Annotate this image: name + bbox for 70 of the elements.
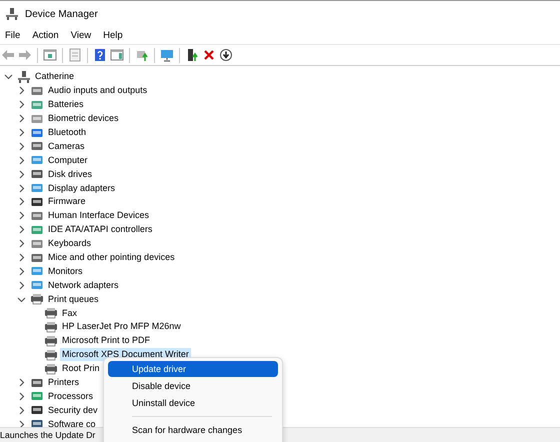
expand-caret-icon[interactable] [17,114,26,124]
tree-item[interactable]: Disk drives [46,168,94,181]
computer-icon [17,70,31,84]
tree-item[interactable]: Printers [46,376,82,390]
tree-item[interactable]: Monitors [46,264,85,278]
context-menu-item[interactable]: Disable device [108,378,278,394]
tree-item[interactable]: Security dev [46,404,100,417]
uninstall-icon[interactable] [202,48,216,62]
expand-caret-icon[interactable] [17,266,26,276]
expand-caret-icon[interactable] [17,420,26,427]
tree-item[interactable]: Software co [46,418,98,427]
context-menu-item[interactable]: Uninstall device [108,395,278,411]
tree-item[interactable]: Computer [46,154,90,167]
printer-icon [30,292,44,306]
tree-item[interactable]: Print queues [46,292,101,306]
tree-item[interactable]: Batteries [46,98,86,112]
tree-item[interactable]: Root Prin [60,362,102,376]
tree-item[interactable]: Firmware [46,195,88,208]
expand-caret-icon[interactable] [17,378,26,388]
window-title: Device Manager [25,8,98,20]
expand-caret-icon[interactable] [17,225,26,234]
expand-caret-icon[interactable] [17,197,26,206]
tree-item[interactable]: Cameras [46,140,87,153]
printer-icon [44,348,58,362]
expand-caret-icon[interactable] [17,406,26,415]
tree-item[interactable]: Fax [60,306,80,320]
expand-caret-icon[interactable] [17,100,26,110]
menu-item[interactable]: View [66,30,96,41]
printer-icon [44,306,58,320]
tree-item[interactable]: Keyboards [46,237,94,250]
tree-item[interactable]: Biometric devices [46,112,121,126]
monitor-icon[interactable] [160,48,174,62]
expand-caret-icon[interactable] [17,392,26,401]
menu-item[interactable]: File [0,30,26,41]
tree-item[interactable]: IDE ATA/ATAPI controllers [46,223,154,236]
tree-item[interactable]: Mice and other pointing devices [46,251,177,264]
help-icon[interactable] [93,48,107,62]
expand-caret-icon[interactable] [17,211,26,220]
tree-item[interactable]: Display adapters [46,182,118,195]
tree-item[interactable]: Audio inputs and outputs [46,84,150,98]
menu-item[interactable]: Action [27,30,64,41]
update-driver-icon[interactable] [185,48,199,62]
action-pane-icon[interactable] [110,48,124,62]
printer-icon [44,334,58,348]
expand-caret-icon[interactable] [17,239,26,248]
collapse-caret-icon[interactable] [4,72,13,82]
printer-icon [44,320,58,334]
printer-icon [44,362,58,376]
tree-item[interactable]: Network adapters [46,278,121,292]
computer-icon [5,7,19,21]
expand-caret-icon[interactable] [17,142,26,151]
tree-item[interactable]: Human Interface Devices [46,209,152,222]
tree-item[interactable]: HP LaserJet Pro MFP M26nw [60,320,183,334]
expand-caret-icon[interactable] [17,253,26,262]
tree-item[interactable]: Processors [46,390,96,403]
collapse-caret-icon[interactable] [17,294,26,304]
expand-caret-icon[interactable] [17,86,26,96]
download-icon[interactable] [219,48,233,62]
context-menu-item[interactable]: Update driver [108,361,278,377]
expand-caret-icon[interactable] [17,280,26,290]
expand-caret-icon[interactable] [17,128,26,137]
tree-item[interactable]: Microsoft Print to PDF [60,334,152,348]
tree-item[interactable]: Bluetooth [46,126,88,139]
menu-item[interactable]: Help [98,30,128,41]
expand-caret-icon[interactable] [17,170,26,179]
expand-caret-icon[interactable] [17,184,26,193]
scan-hardware-icon[interactable] [135,48,149,62]
tree-item[interactable]: Catherine [33,70,76,84]
expand-caret-icon[interactable] [17,156,26,165]
console-tree-icon[interactable] [43,48,57,62]
